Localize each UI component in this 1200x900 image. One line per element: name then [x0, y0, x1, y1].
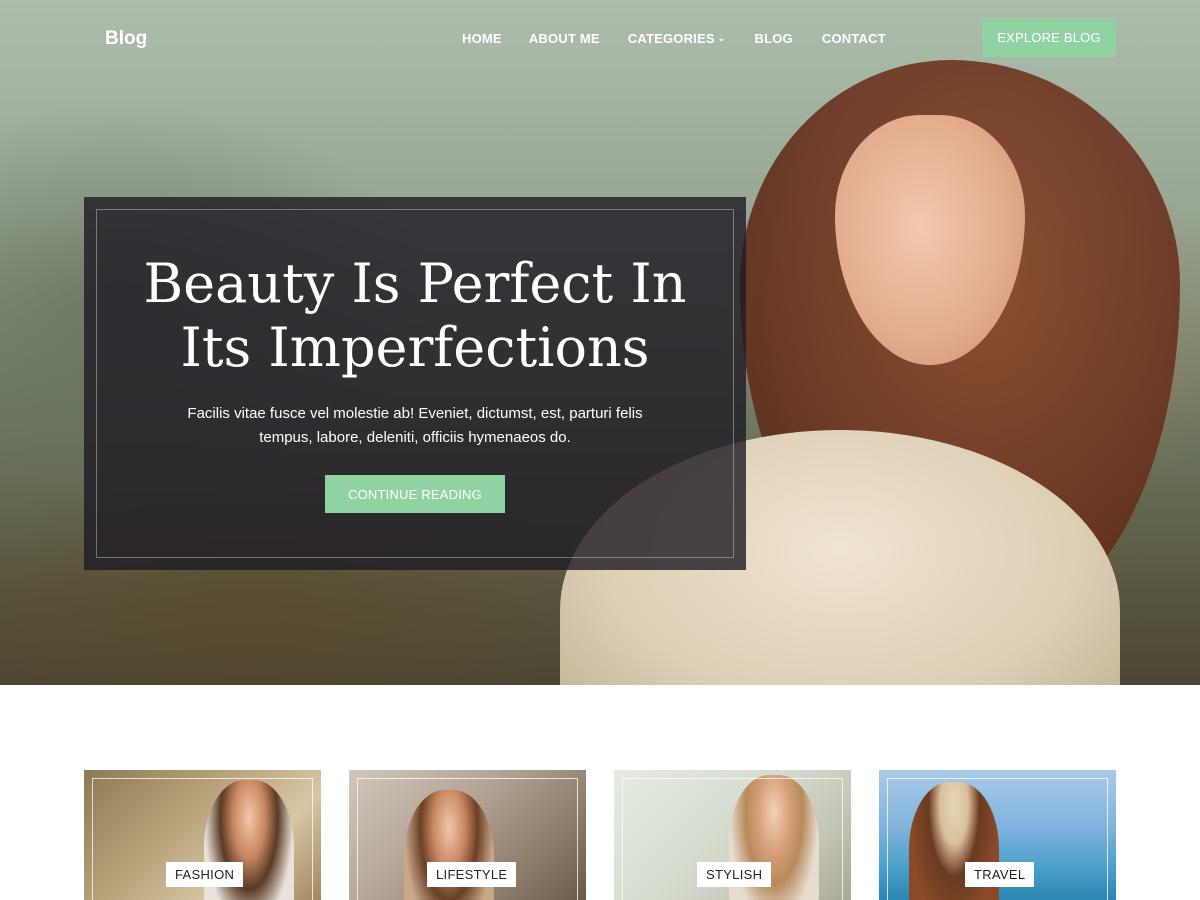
hero-title: Beauty Is Perfect In Its Imperfections — [143, 252, 687, 379]
category-card-stylish[interactable]: STYLISH — [614, 770, 851, 900]
nav-home[interactable]: HOME — [462, 31, 502, 46]
category-card-fashion[interactable]: FASHION — [84, 770, 321, 900]
explore-blog-button[interactable]: EXPLORE BLOG — [982, 18, 1116, 57]
nav-contact[interactable]: CONTACT — [822, 31, 886, 46]
category-card-travel[interactable]: TRAVEL — [879, 770, 1116, 900]
continue-reading-button[interactable]: CONTINUE READING — [325, 475, 505, 513]
nav-about-me[interactable]: ABOUT ME — [529, 31, 600, 46]
category-label: FASHION — [166, 862, 244, 887]
nav-categories[interactable]: CATEGORIES ⌄ — [628, 31, 726, 46]
site-logo[interactable]: Blog — [105, 28, 147, 50]
chevron-down-icon: ⌄ — [717, 33, 726, 43]
category-card-lifestyle[interactable]: LIFESTYLE — [349, 770, 586, 900]
hero-section: Blog HOME ABOUT ME CATEGORIES ⌄ BLOG CON… — [0, 0, 1200, 685]
main-nav: HOME ABOUT ME CATEGORIES ⌄ BLOG CONTACT — [462, 31, 886, 46]
nav-blog[interactable]: BLOG — [755, 31, 793, 46]
category-label: STYLISH — [697, 862, 772, 887]
hero-text: Facilis vitae fusce vel molestie ab! Eve… — [187, 405, 643, 446]
nav-categories-label: CATEGORIES — [627, 31, 715, 46]
category-label: LIFESTYLE — [427, 862, 517, 887]
category-label: TRAVEL — [965, 862, 1035, 887]
hero-card: Beauty Is Perfect In Its Imperfections F… — [84, 197, 746, 570]
